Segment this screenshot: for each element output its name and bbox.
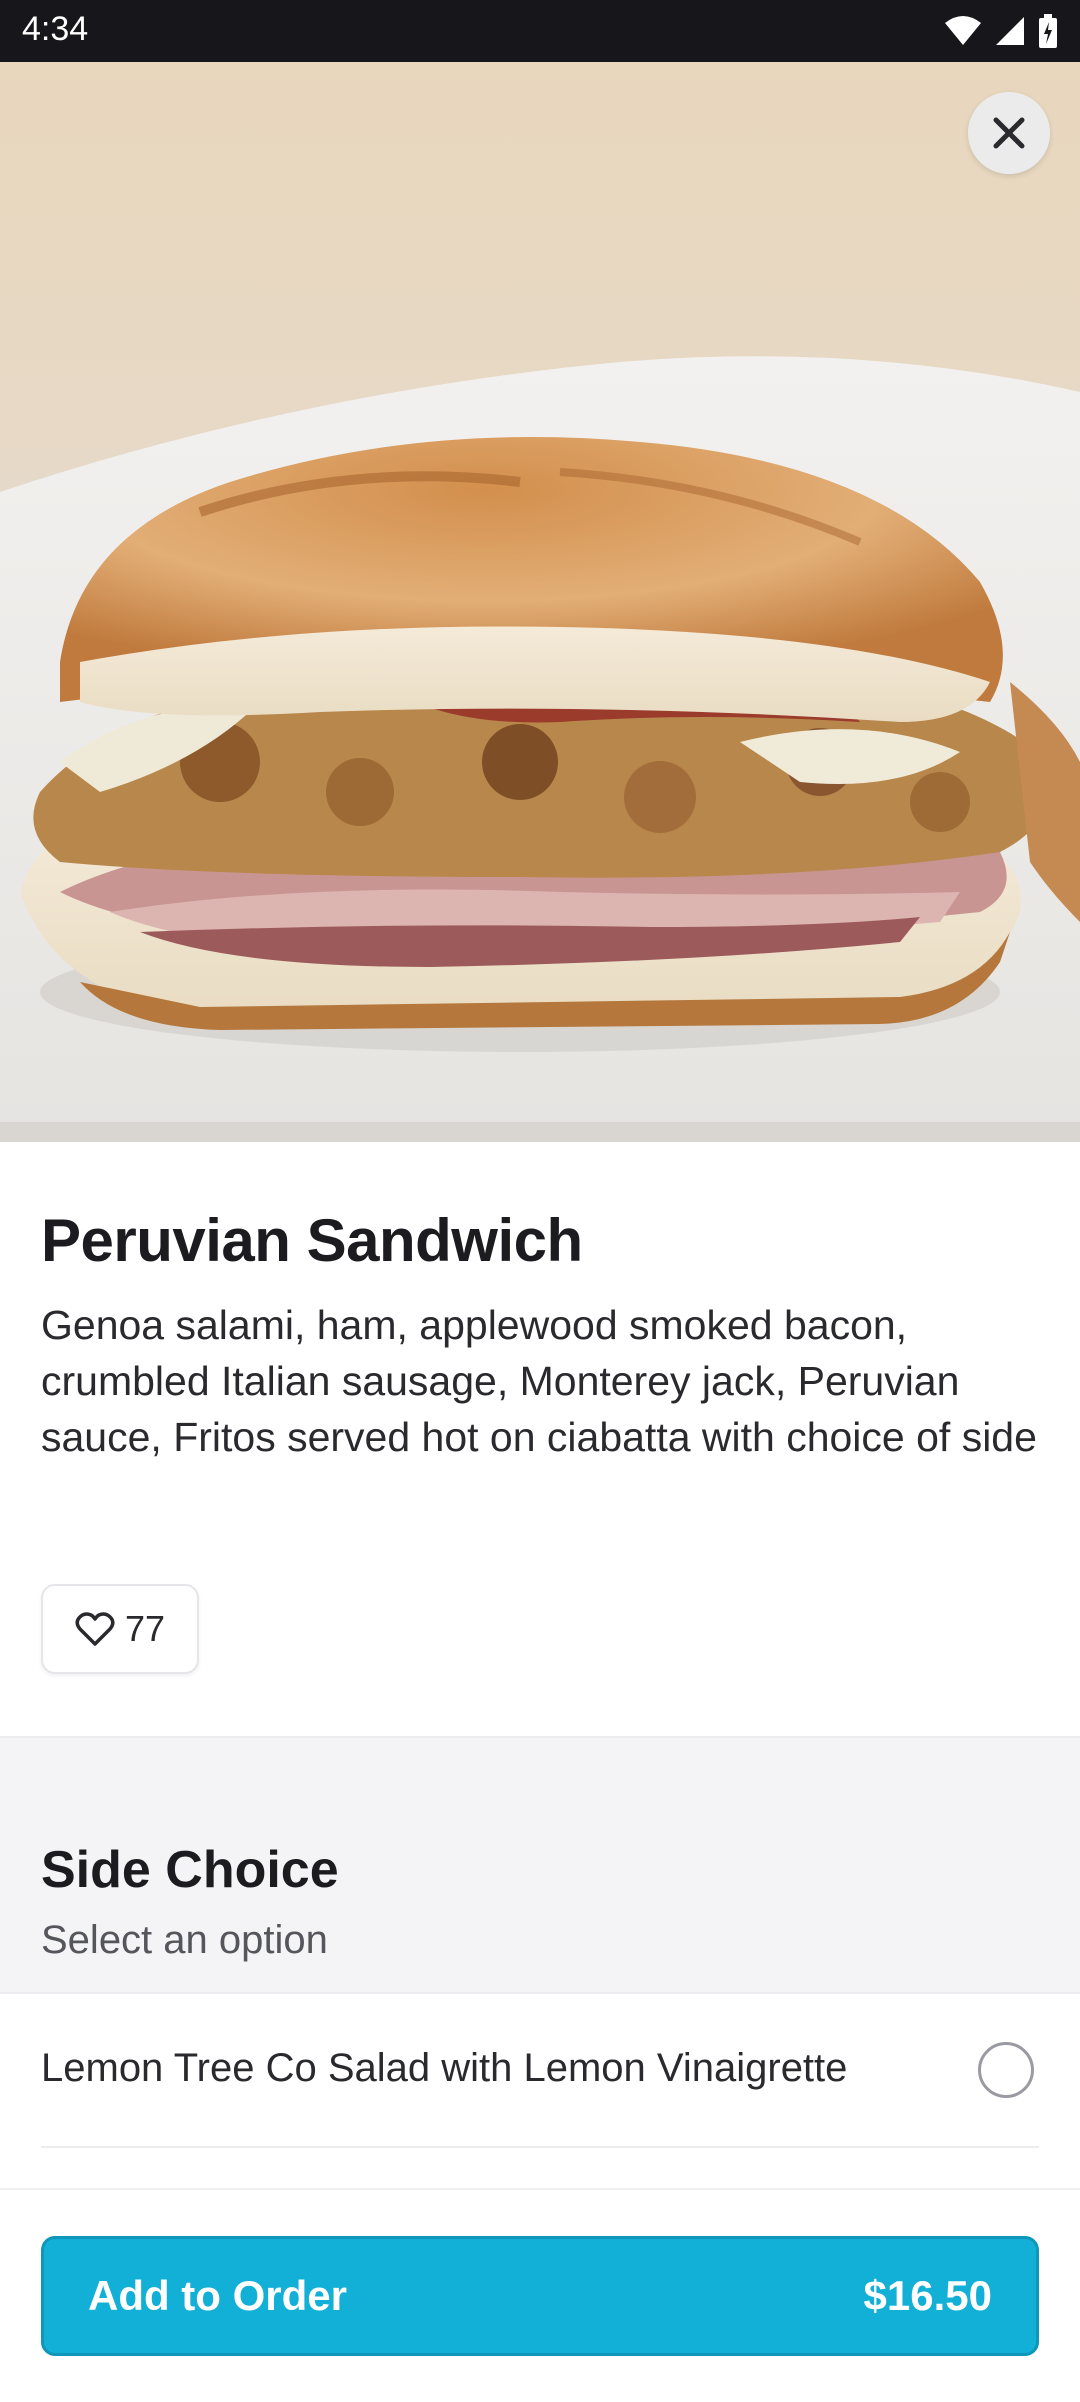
bottom-bar: Add to Order $16.50 [0,2188,1080,2402]
close-button[interactable] [968,92,1050,174]
sandwich-photo [0,62,1080,1142]
like-count: 77 [124,1608,166,1649]
section-subtitle: Select an option [41,1918,328,1962]
side-option-label: Lemon Tree Co Salad with Lemon Vinaigret… [41,2046,848,2090]
section-title: Side Choice [41,1841,339,1899]
status-bar: 4:34 [0,0,1080,62]
like-button[interactable]: 77 [41,1584,199,1674]
side-option-radio[interactable] [978,2042,1034,2098]
add-to-order-button[interactable]: Add to Order $16.50 [41,2236,1039,2356]
item-title: Peruvian Sandwich [41,1207,583,1274]
close-icon [993,117,1025,149]
sandwich-illustration [0,62,1080,1142]
add-to-order-label: Add to Order [88,2272,347,2319]
signal-icon [996,17,1024,45]
order-price: $16.50 [863,2272,992,2319]
side-choice-header: Side Choice Select an option [0,1736,1080,1994]
side-option-row[interactable]: Lemon Tree Co Salad with Lemon Vinaigret… [0,1992,1080,2150]
divider [41,2146,1039,2148]
item-description: Genoa salami, ham, applewood smoked baco… [41,1302,1037,1460]
heart-icon [75,1612,115,1646]
wifi-icon [945,16,981,45]
status-icons [944,12,1058,50]
battery-icon [1039,14,1057,48]
status-time: 4:34 [22,10,89,48]
